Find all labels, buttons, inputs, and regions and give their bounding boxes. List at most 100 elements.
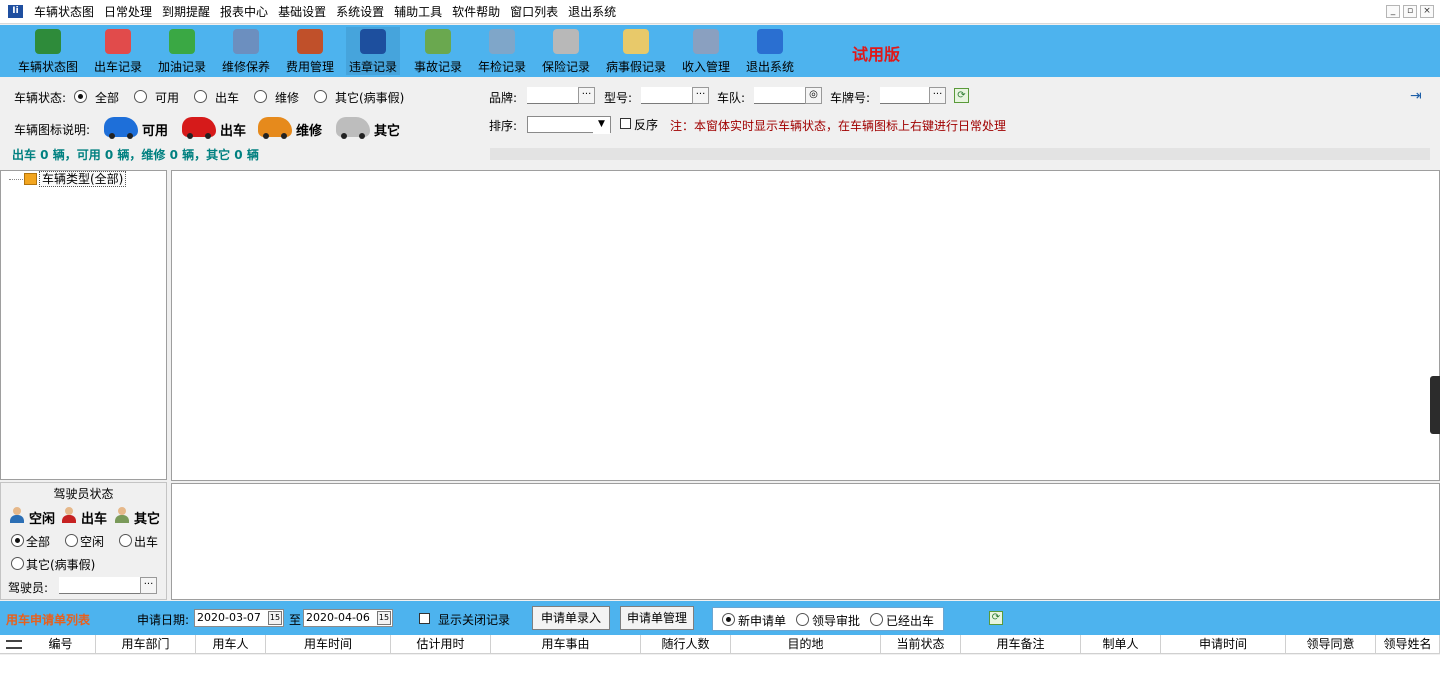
table-column-header[interactable]: 用车备注 [961, 635, 1081, 654]
table-column-header[interactable]: 当前状态 [881, 635, 961, 654]
driver-status-title: 驾驶员状态 [53, 487, 114, 501]
restore-icon[interactable]: ▫ [1403, 5, 1417, 18]
side-scroll-handle[interactable] [1430, 376, 1440, 434]
toolbar-button[interactable]: 车辆状态图 [14, 27, 82, 75]
driver-status-radio[interactable] [119, 534, 132, 547]
ellipsis-icon[interactable]: ··· [692, 87, 709, 104]
table-column-header[interactable]: 用车时间 [266, 635, 391, 654]
toolbar-button[interactable]: 事故记录 [411, 27, 465, 75]
table-column-header[interactable]: 编号 [26, 635, 96, 654]
toolbar-button[interactable]: 病事假记录 [603, 27, 669, 75]
progress-bar [490, 148, 1430, 160]
status-radio[interactable] [74, 90, 87, 103]
minimize-icon[interactable]: _ [1386, 5, 1400, 18]
driver-list[interactable] [171, 483, 1440, 600]
request-status-radio[interactable] [796, 613, 809, 626]
request-manage-button[interactable]: 申请单管理 [620, 606, 694, 630]
driver-status-radio[interactable] [11, 534, 24, 547]
menu-item[interactable]: 到期提醒 [157, 0, 215, 24]
calendar-icon[interactable]: 15 [268, 611, 282, 625]
request-table-body[interactable] [0, 655, 1440, 676]
menu-item[interactable]: 软件帮助 [447, 0, 505, 24]
table-column-header[interactable]: 领导姓名 [1376, 635, 1440, 654]
toolbar-button[interactable]: 收入管理 [679, 27, 733, 75]
request-entry-button[interactable]: 申请单录入 [532, 606, 610, 630]
toolbar-button-label: 年检记录 [477, 60, 526, 74]
driver-status-radio[interactable] [11, 557, 24, 570]
table-column-header[interactable]: 随行人数 [641, 635, 731, 654]
plate-label: 车牌号: [830, 91, 871, 105]
sort-select[interactable]: ▼ [527, 116, 611, 134]
menu-item[interactable]: 基础设置 [273, 0, 331, 24]
brand-field[interactable]: ··· [527, 87, 595, 104]
person-head [65, 507, 73, 515]
menu-item[interactable]: 报表中心 [215, 0, 273, 24]
menu-item[interactable]: 日常处理 [99, 0, 157, 24]
person-body [115, 515, 129, 523]
toolbar-button[interactable]: 出车记录 [91, 27, 145, 75]
table-column-header[interactable]: 用车部门 [96, 635, 196, 654]
target-icon[interactable]: ◎ [805, 87, 822, 104]
close-icon[interactable]: × [1420, 5, 1434, 18]
menu-item[interactable]: 退出系统 [563, 0, 621, 24]
status-option-label: 其它(病事假) [335, 91, 405, 105]
toolbar-button[interactable]: 退出系统 [743, 27, 797, 75]
status-radio[interactable] [134, 90, 147, 103]
model-field[interactable]: ··· [641, 87, 709, 104]
menu-item[interactable]: 窗口列表 [505, 0, 563, 24]
status-radio[interactable] [314, 90, 327, 103]
show-closed-checkbox[interactable] [419, 613, 430, 624]
table-column-header[interactable]: 申请时间 [1161, 635, 1286, 654]
plate-field[interactable]: ··· [880, 87, 946, 104]
toolbar-button-label: 收入管理 [681, 60, 730, 74]
status-radio[interactable] [254, 90, 267, 103]
car-icon [104, 117, 138, 139]
status-option-label: 出车 [215, 91, 240, 105]
ellipsis-icon[interactable]: ··· [929, 87, 946, 104]
ellipsis-icon[interactable]: ··· [578, 87, 595, 104]
menu-item[interactable]: 系统设置 [331, 0, 389, 24]
vehicle-type-tree[interactable]: 车辆类型(全部) [0, 170, 167, 480]
toolbar-button[interactable]: 维修保养 [219, 27, 273, 75]
toolbar-button[interactable]: 保险记录 [539, 27, 593, 75]
request-status-radio[interactable] [870, 613, 883, 626]
table-column-header[interactable]: 用车人 [196, 635, 266, 654]
request-status-radio[interactable] [722, 613, 735, 626]
car-legend-label: 可用 [142, 124, 169, 139]
calendar-icon[interactable]: 15 [377, 611, 391, 625]
tree-root-label[interactable]: 车辆类型(全部) [39, 171, 127, 187]
table-column-header[interactable]: 目的地 [731, 635, 881, 654]
status-radio[interactable] [194, 90, 207, 103]
menu-item[interactable]: 辅助工具 [389, 0, 447, 24]
date-from-field[interactable]: 2020-03-07 15 [194, 609, 284, 627]
toolbar-button[interactable]: 费用管理 [283, 27, 337, 75]
request-status-label: 新申请单 [738, 614, 787, 628]
toolbar-button[interactable]: 违章记录 [346, 27, 400, 75]
info-icon [360, 29, 386, 54]
date-to-field[interactable]: 2020-04-06 15 [303, 609, 393, 627]
exit-door-icon[interactable]: ⇥ [1410, 88, 1426, 104]
chevron-down-icon[interactable]: ▼ [593, 117, 610, 134]
driver-legend-label: 出车 [81, 512, 108, 527]
team-field[interactable]: ◎ [754, 87, 822, 104]
driver-status-radio[interactable] [65, 534, 78, 547]
table-column-header[interactable]: 制单人 [1081, 635, 1161, 654]
request-status-label: 领导审批 [812, 614, 861, 628]
refresh-icon[interactable]: ⟳ [954, 88, 969, 103]
refresh-icon[interactable]: ⟳ [989, 611, 1003, 625]
request-status-label: 已经出车 [886, 614, 935, 628]
column-menu-icon[interactable] [6, 640, 22, 649]
ellipsis-icon[interactable]: ··· [140, 577, 157, 594]
table-column-header[interactable]: 估计用时 [391, 635, 491, 654]
toolbar-button[interactable]: 加油记录 [155, 27, 209, 75]
legend-label: 车辆图标说明: [14, 123, 91, 137]
table-column-header[interactable]: 用车事由 [491, 635, 641, 654]
table-column-header[interactable]: 领导同意 [1286, 635, 1376, 654]
driver-field[interactable]: ··· [59, 577, 157, 594]
toolbar-button[interactable]: 年检记录 [475, 27, 529, 75]
menu-item[interactable]: 车辆状态图 [29, 0, 99, 24]
reverse-checkbox[interactable] [620, 118, 631, 129]
vehicle-status-canvas[interactable] [171, 170, 1440, 481]
toolbar-button-label: 退出系统 [745, 60, 794, 74]
car-legend-label: 出车 [220, 124, 247, 139]
